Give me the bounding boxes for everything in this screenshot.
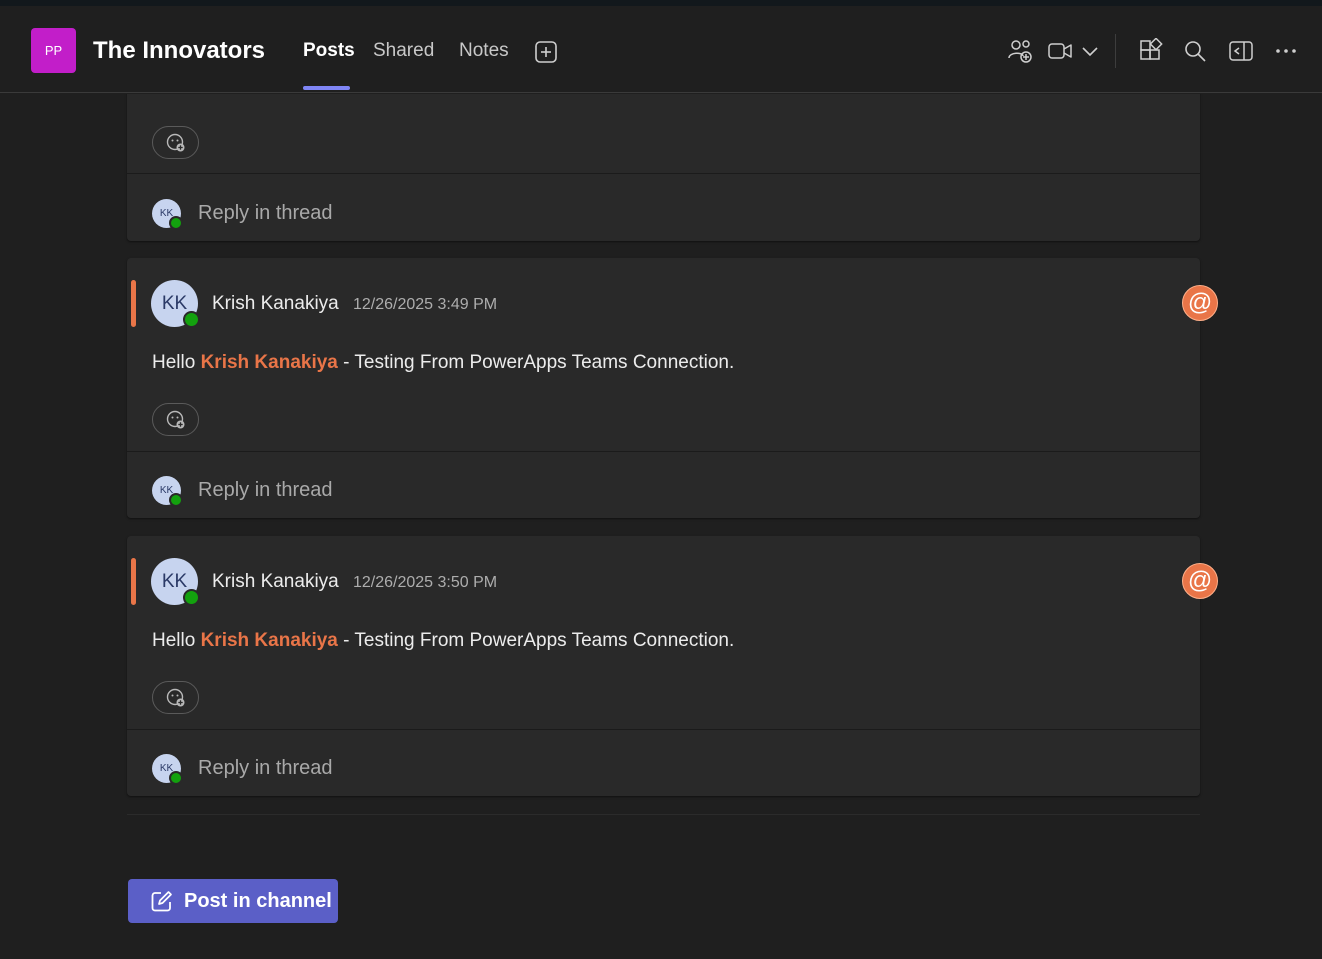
card-divider [127,173,1200,174]
feed-end-divider [127,814,1200,815]
chevron-down-icon[interactable] [1079,38,1101,64]
channel-header: PP The Innovators Posts Shared Notes [0,6,1322,93]
tab-shared[interactable]: Shared [373,40,434,62]
message-body: Hello Krish Kanakiya - Testing From Powe… [152,630,734,652]
presence-available-icon [169,771,183,785]
reply-in-thread[interactable]: KK Reply in thread [152,476,333,507]
user-mention[interactable]: Krish Kanakiya [201,630,338,651]
add-reaction-icon [166,133,184,151]
compose-icon [151,890,172,911]
presence-available-icon [169,216,183,230]
add-reaction-button[interactable] [152,126,199,159]
author-name[interactable]: Krish Kanakiya [212,571,339,593]
message-body: Hello Krish Kanakiya - Testing From Powe… [152,352,734,374]
tab-notes[interactable]: Notes [459,40,509,62]
message-text: Hello [152,352,201,373]
card-divider [127,451,1200,452]
mention-icon: @ [1182,563,1218,599]
presence-available-icon [183,311,200,328]
add-reaction-icon [166,410,184,428]
avatar: KK [152,199,183,230]
add-reaction-button[interactable] [152,681,199,714]
message-text: - Testing From PowerApps Teams Connectio… [337,630,735,651]
message-text: Hello [152,630,201,651]
message-text: - Testing From PowerApps Teams Connectio… [337,352,735,373]
people-add-icon[interactable] [1007,38,1033,64]
more-options-icon[interactable] [1273,38,1299,64]
avatar: KK [152,476,183,507]
reply-label: Reply in thread [198,202,333,224]
add-reaction-button[interactable] [152,403,199,436]
presence-available-icon [169,493,183,507]
post-in-channel-button[interactable]: Post in channel [128,879,338,923]
post-card: KK Krish Kanakiya 12/26/2025 3:49 PM @ H… [127,258,1218,518]
mention-icon: @ [1182,285,1218,321]
reply-label: Reply in thread [198,757,333,779]
avatar: KK [152,754,183,785]
post-timestamp: 12/26/2025 3:50 PM [353,574,498,591]
card-divider [127,729,1200,730]
add-tab-icon[interactable] [534,40,558,64]
add-reaction-icon [166,688,184,706]
active-tab-indicator [303,86,350,90]
open-side-panel-icon[interactable] [1228,38,1254,64]
mention-accent-bar [131,280,136,327]
user-mention[interactable]: Krish Kanakiya [201,352,338,373]
post-card-partial: KK Reply in thread [127,94,1200,241]
reply-label: Reply in thread [198,479,333,501]
mention-accent-bar [131,558,136,605]
author-name[interactable]: Krish Kanakiya [212,293,339,315]
tab-posts[interactable]: Posts [303,40,355,62]
post-timestamp: 12/26/2025 3:49 PM [353,296,498,313]
reply-in-thread[interactable]: KK Reply in thread [152,199,333,230]
team-avatar[interactable]: PP [31,28,76,73]
reply-in-thread[interactable]: KK Reply in thread [152,754,333,785]
posts-feed[interactable]: KK Reply in thread KK Krish Kanakiya 12/… [0,94,1322,959]
post-in-channel-label: Post in channel [184,889,332,912]
apps-icon[interactable] [1138,38,1164,64]
post-card: KK Krish Kanakiya 12/26/2025 3:50 PM @ H… [127,536,1218,796]
header-divider [1115,34,1116,68]
team-name[interactable]: The Innovators [93,37,265,65]
search-icon[interactable] [1182,38,1208,64]
video-call-icon[interactable] [1047,38,1073,64]
presence-available-icon [183,589,200,606]
